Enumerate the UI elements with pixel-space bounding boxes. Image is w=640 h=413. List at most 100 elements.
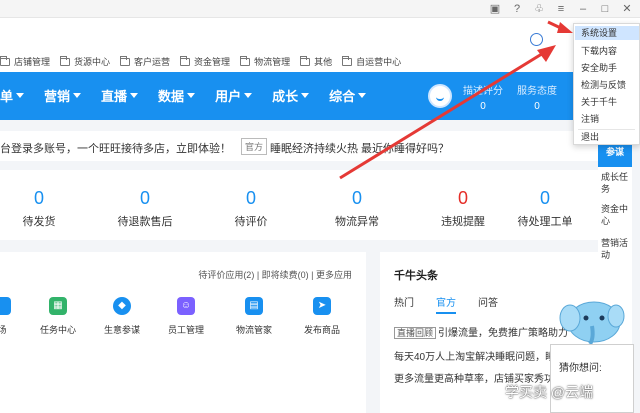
notice-bar: 台登录多账号，一个旺旺接待多店，立即体验！ 官方 睡眠经济持续火热 最近你睡得好… <box>0 131 598 161</box>
tab-hot[interactable]: 热门 <box>394 294 414 314</box>
folder-icon <box>120 55 131 66</box>
chevron-down-icon <box>130 93 139 98</box>
chevron-down-icon <box>358 93 367 98</box>
app-staff[interactable]: ☺ 员工管理 <box>156 297 216 336</box>
settings-menu: 系统设置 下载内容 安全助手 检测与反馈 关于千牛 注销 退出 <box>573 23 640 145</box>
menu-item-security[interactable]: 安全助手 <box>581 61 617 74</box>
send-icon: ➤ <box>313 297 331 315</box>
title-bar: ▣ ? ♧ ≡ – □ ✕ <box>0 0 640 18</box>
apps-links[interactable]: 待评价应用(2) | 即将续费(0) | 更多应用 <box>198 268 352 281</box>
nav-item-marketing[interactable]: 营销 <box>44 86 82 105</box>
stat-description-score: 描述评分 0 <box>458 82 508 112</box>
nav-label: 综合 <box>329 89 356 104</box>
chevron-down-icon <box>301 93 310 98</box>
nav-label: 营销 <box>44 89 71 104</box>
news-item[interactable]: 每天40万人上淘宝解决睡眠问题，睡 <box>394 348 555 363</box>
app-label: 任务中心 <box>39 325 76 335</box>
app-logistics[interactable]: ▤ 物流管家 <box>224 297 284 336</box>
shortcut-label: 客户运营 <box>134 57 171 67</box>
chat-box[interactable]: 猜你想问: <box>550 344 634 413</box>
maximize-icon[interactable]: □ <box>598 2 612 16</box>
menu-item-exit[interactable]: 退出 <box>581 130 599 143</box>
folder-icon <box>240 55 251 66</box>
stat-logistics[interactable]: 0 物流异常 <box>312 188 402 229</box>
nav-label: 数据 <box>158 89 185 104</box>
menu-item-system-settings[interactable]: 系统设置 <box>575 26 639 40</box>
shortcut-item[interactable]: 自运营中心 <box>342 55 401 68</box>
menu-item-diagnose[interactable]: 检测与反馈 <box>581 78 626 91</box>
rail-item-growth[interactable]: 成长任务 <box>601 171 631 195</box>
nav-label: 用户 <box>215 89 242 104</box>
stat-value: 0 <box>351 188 362 208</box>
shortcut-item[interactable]: 其他 <box>300 55 332 68</box>
stat-label: 待退款售后 <box>117 216 173 228</box>
main-nav: 单 营销 直播 数据 用户 成长 综合 描述评分 0 服务态度 0 <box>0 72 640 120</box>
logistics-icon: ▤ <box>245 297 263 315</box>
stat-label: 待处理工单 <box>517 216 573 228</box>
shortcut-label: 其他 <box>314 57 333 67</box>
app-publish[interactable]: ➤ 发布商品 <box>292 297 352 336</box>
menu-item-downloads[interactable]: 下载内容 <box>581 44 617 57</box>
minimize-icon[interactable]: – <box>576 2 590 16</box>
stat-label: 服务态度 <box>517 86 557 97</box>
stat-violation[interactable]: 0 违规提醒 <box>418 188 508 229</box>
menu-item-about[interactable]: 关于千牛 <box>581 95 617 108</box>
stat-label: 违规提醒 <box>441 216 485 228</box>
stat-value: 0 <box>480 101 486 112</box>
folder-icon <box>0 55 10 66</box>
rail-item-funds[interactable]: 资金中心 <box>601 203 631 227</box>
notice-text[interactable]: 台登录多账号，一个旺旺接待多店，立即体验！ <box>0 140 231 156</box>
chevron-down-icon <box>187 93 196 98</box>
nav-item-live[interactable]: 直播 <box>101 86 139 105</box>
menu-icon[interactable]: ≡ <box>554 2 568 16</box>
stat-label: 描述评分 <box>463 86 503 97</box>
stat-refund[interactable]: 0 待退款售后 <box>100 188 190 229</box>
notice-news[interactable]: 睡眠经济持续火热 最近你睡得好吗？ <box>270 140 449 156</box>
rail-item-marketing[interactable]: 营销活动 <box>601 237 631 261</box>
folder-icon <box>342 55 353 66</box>
app-task-center[interactable]: ▦ 任务中心 <box>28 297 88 336</box>
stat-label: 待发货 <box>22 216 56 228</box>
stat-value: 0 <box>539 188 550 208</box>
stat-to-review[interactable]: 0 待评价 <box>206 188 296 229</box>
nav-item-order[interactable]: 单 <box>0 86 25 105</box>
shortcut-label: 自运营中心 <box>356 57 402 67</box>
news-item[interactable]: 直播回顾 引爆流量，免费推广策略助力 <box>394 324 568 339</box>
folder-icon <box>180 55 191 66</box>
toolbar-area <box>0 18 640 50</box>
calendar-icon: ▦ <box>49 297 67 315</box>
smile-icon[interactable] <box>530 33 543 46</box>
shortcut-item[interactable]: 物流管理 <box>240 55 290 68</box>
menu-item-logout[interactable]: 注销 <box>581 112 599 125</box>
apps-panel: 待评价应用(2) | 即将续费(0) | 更多应用 场 ▦ 任务中心 ◆ 生意参谋 … <box>0 252 366 413</box>
skin-icon[interactable]: ♧ <box>532 2 546 16</box>
shortcut-item[interactable]: 货源中心 <box>60 55 110 68</box>
shortcut-label: 店铺管理 <box>14 57 51 67</box>
notice-tag: 官方 <box>241 138 268 155</box>
close-icon[interactable]: ✕ <box>620 2 634 16</box>
tab-qa[interactable]: 问答 <box>478 294 498 314</box>
nav-label: 单 <box>0 89 14 104</box>
stat-value: 0 <box>33 188 44 208</box>
app-business-advisor[interactable]: ◆ 生意参谋 <box>92 297 152 336</box>
shortcut-item[interactable]: 资金管理 <box>180 55 230 68</box>
stat-ticket[interactable]: 0 待处理工单 <box>500 188 590 229</box>
watermark: 学买卖 @云端 <box>505 384 594 400</box>
elephant-mascot-icon[interactable] <box>556 290 626 350</box>
nav-item-general[interactable]: 综合 <box>329 86 367 105</box>
nav-item-users[interactable]: 用户 <box>215 86 253 105</box>
tab-official[interactable]: 官方 <box>436 294 456 314</box>
avatar[interactable] <box>428 84 452 108</box>
nav-item-data[interactable]: 数据 <box>158 86 196 105</box>
shortcut-item[interactable]: 客户运营 <box>120 55 170 68</box>
app-icon <box>0 297 11 315</box>
shortcut-item[interactable]: 店铺管理 <box>0 55 50 68</box>
stat-to-ship[interactable]: 0 待发货 <box>0 188 84 229</box>
feedback-icon[interactable]: ▣ <box>488 2 502 16</box>
help-icon[interactable]: ? <box>510 2 524 16</box>
stat-label: 待评价 <box>234 216 268 228</box>
stat-value: 0 <box>457 188 468 208</box>
nav-item-growth[interactable]: 成长 <box>272 86 310 105</box>
news-text: 引爆流量，免费推广策略助力 <box>438 328 569 339</box>
stat-value: 0 <box>534 101 540 112</box>
